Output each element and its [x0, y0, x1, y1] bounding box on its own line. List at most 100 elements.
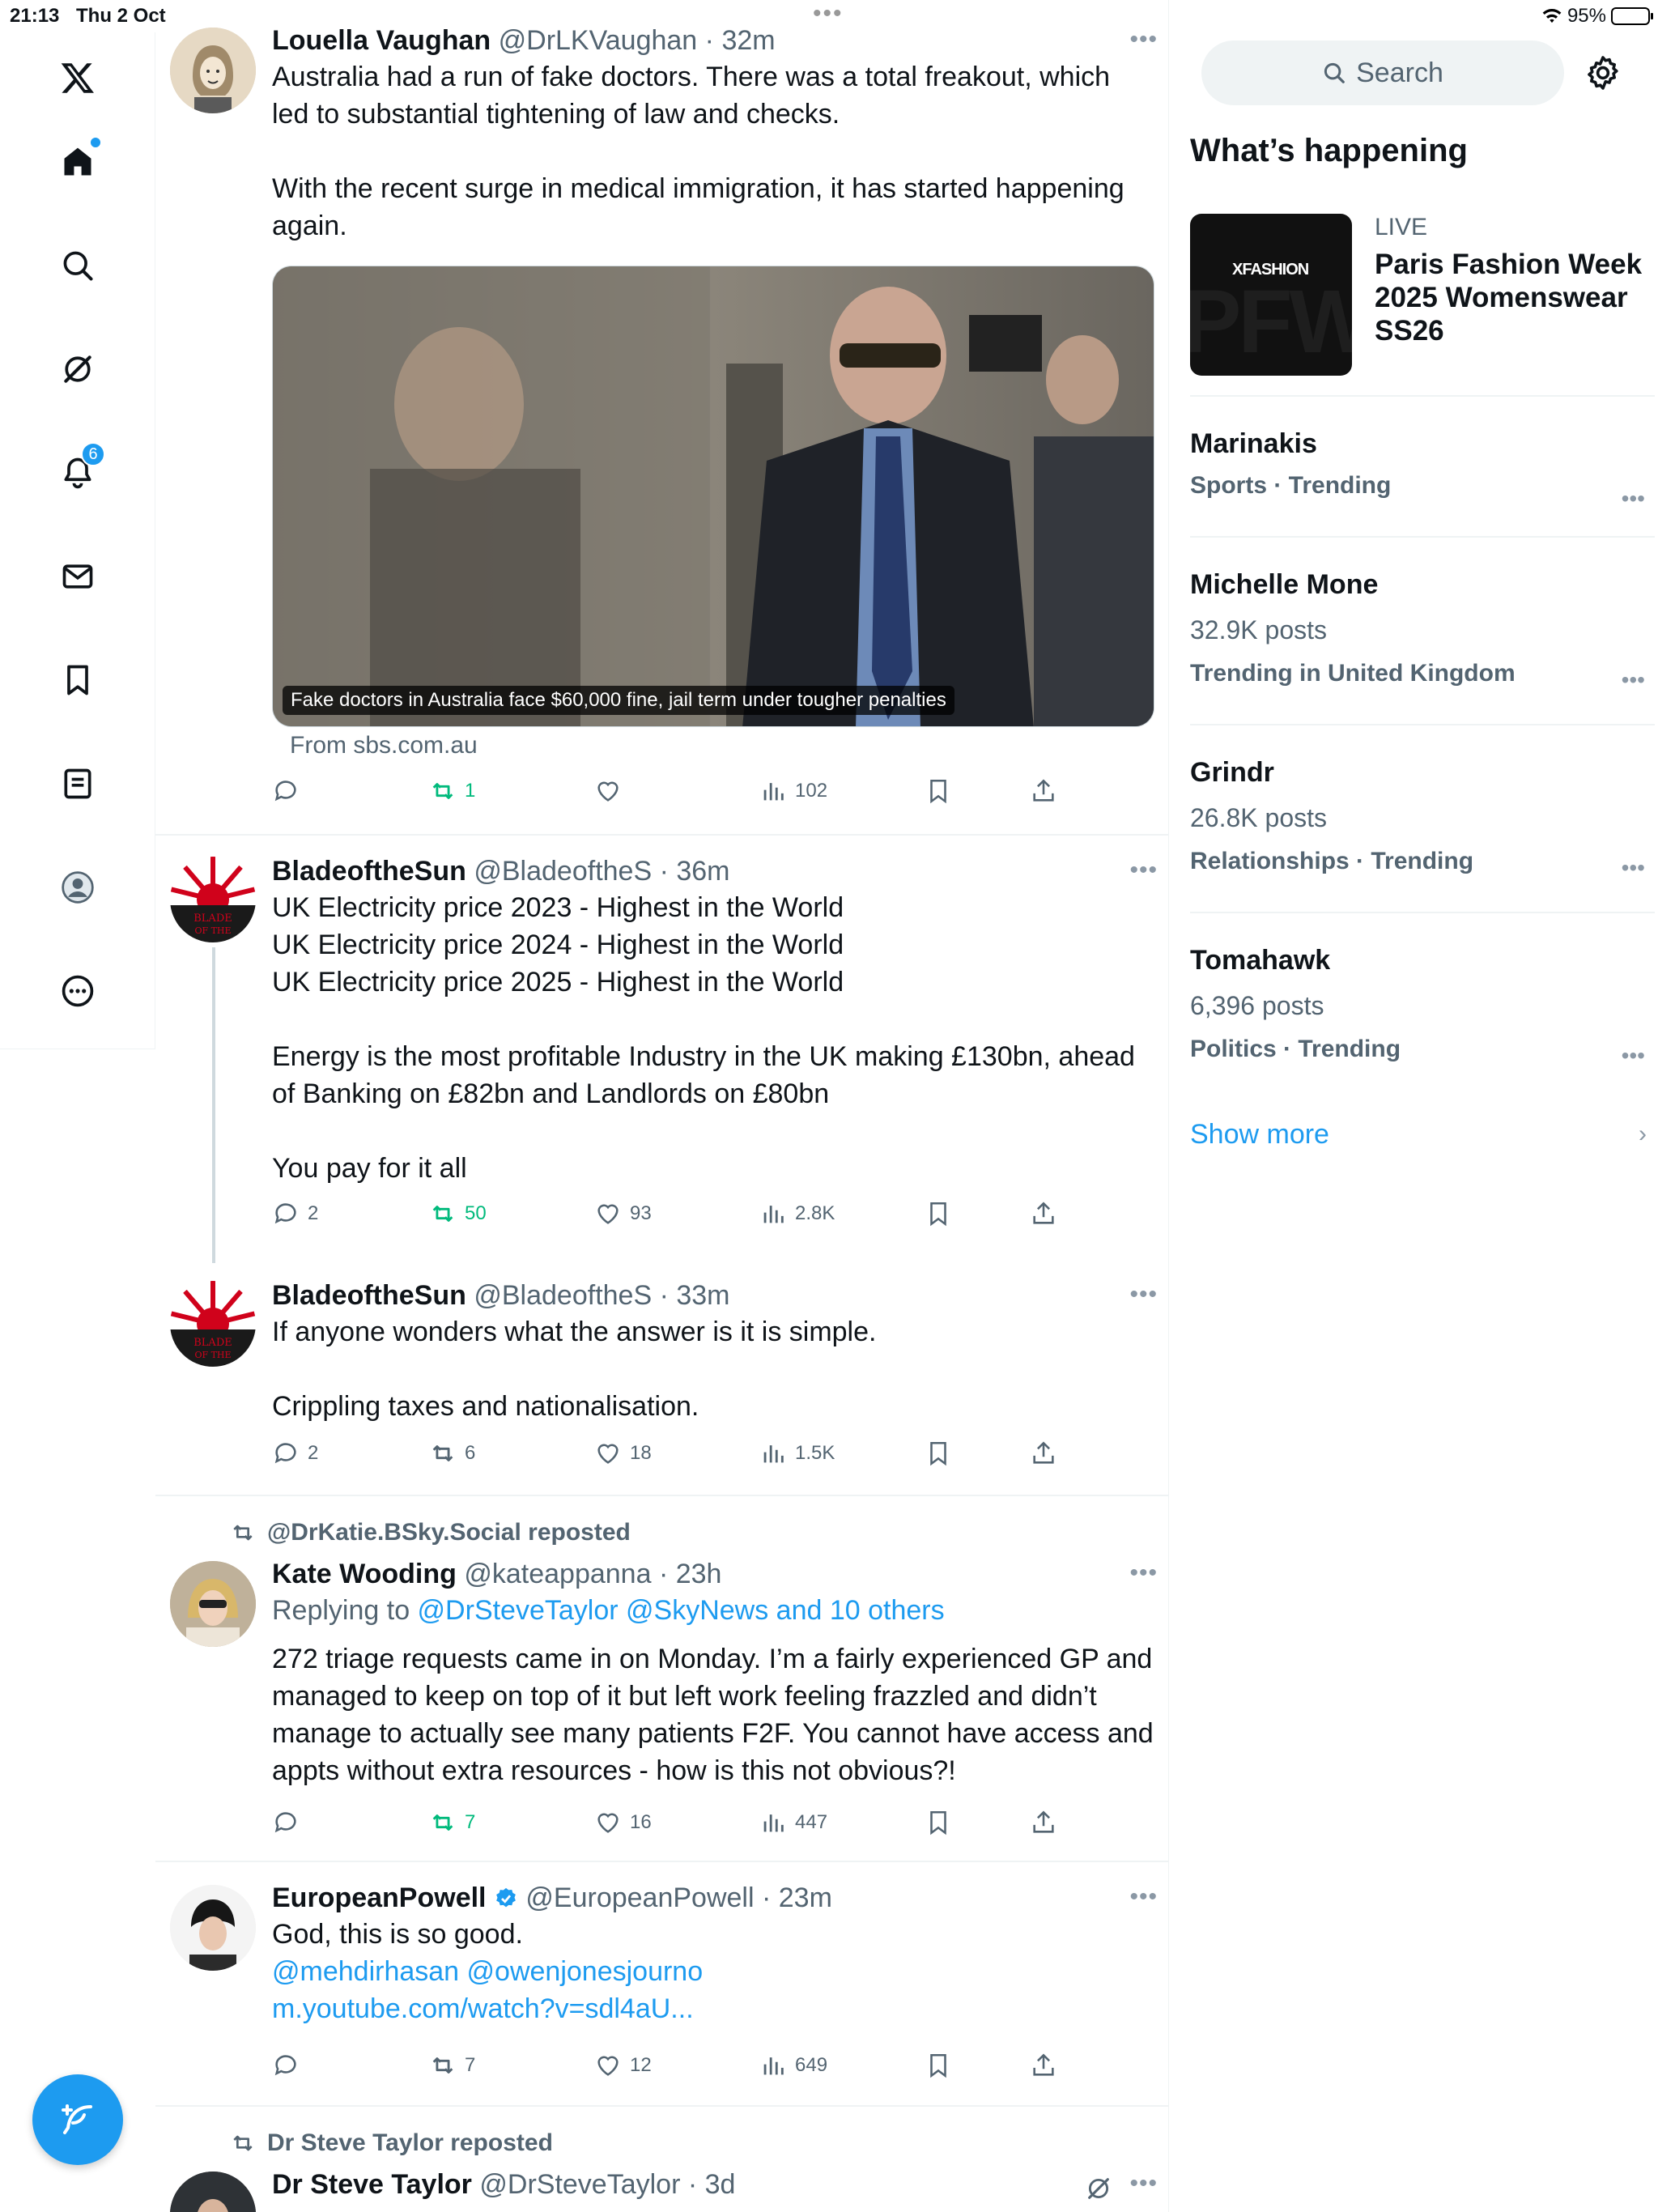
- share-button[interactable]: [1030, 1440, 1057, 1467]
- post-more-menu[interactable]: •••: [1129, 1281, 1158, 1308]
- retweet-button[interactable]: 1: [429, 777, 475, 805]
- reply-button[interactable]: [272, 2052, 308, 2079]
- settings-button[interactable]: [1584, 53, 1622, 92]
- trend-more-menu[interactable]: •••: [1622, 667, 1645, 693]
- post-time[interactable]: · 36m: [660, 856, 730, 887]
- repost-context[interactable]: Dr Steve Taylor reposted: [230, 2129, 553, 2157]
- share-button[interactable]: [1030, 1200, 1057, 1227]
- timeline-feed[interactable]: Louella Vaughan @DrLKVaughan · 32m Austr…: [155, 0, 1169, 2212]
- post-bladeofthesun-2[interactable]: BLADE OF THE BladeoftheSun @BladeoftheS ·…: [155, 1278, 1168, 1480]
- share-button[interactable]: [1030, 1809, 1057, 1836]
- trend-more-menu[interactable]: •••: [1622, 1043, 1645, 1069]
- author-name[interactable]: Louella Vaughan: [272, 25, 491, 56]
- views-button[interactable]: 2.8K: [759, 1200, 835, 1227]
- post-more-menu[interactable]: •••: [1129, 26, 1158, 53]
- post-time[interactable]: · 33m: [660, 1280, 730, 1311]
- author-name[interactable]: BladeoftheSun: [272, 856, 466, 887]
- author-handle[interactable]: @BladeoftheS: [474, 1280, 652, 1311]
- share-button[interactable]: [1030, 777, 1057, 805]
- views-button[interactable]: 447: [759, 1809, 827, 1836]
- author-name[interactable]: EuropeanPowell: [272, 1882, 487, 1913]
- live-event-card[interactable]: PFW XFASHION LIVE Paris Fashion Week 202…: [1190, 214, 1655, 384]
- post-time[interactable]: · 23h: [659, 1559, 722, 1589]
- post-mentions[interactable]: @mehdirhasan @owenjonesjourno: [272, 1953, 1154, 1990]
- author-name[interactable]: BladeoftheSun: [272, 1280, 466, 1311]
- trend-item[interactable]: Marinakis Sports · Trending •••: [1190, 426, 1655, 515]
- replying-to-users[interactable]: @DrSteveTaylor @SkyNews and 10 others: [418, 1595, 945, 1626]
- reply-button[interactable]: 2: [272, 1200, 318, 1227]
- bookmark-button[interactable]: [925, 777, 952, 805]
- nav-lists[interactable]: [52, 758, 104, 810]
- post-dr-steve-taylor[interactable]: Dr Steve Taylor @DrSteveTaylor · 3d •••: [155, 2167, 1168, 2212]
- compose-post-button[interactable]: [32, 2074, 123, 2165]
- author-handle[interactable]: @EuropeanPowell: [525, 1882, 754, 1913]
- post-more-menu[interactable]: •••: [1129, 857, 1158, 884]
- trend-more-menu[interactable]: •••: [1622, 486, 1645, 512]
- like-button[interactable]: 18: [594, 1440, 652, 1467]
- nav-grok[interactable]: [52, 343, 104, 395]
- post-time[interactable]: · 23m: [762, 1882, 832, 1913]
- post-louella-vaughan[interactable]: Louella Vaughan @DrLKVaughan · 32m Austr…: [155, 23, 1168, 832]
- reply-button[interactable]: 2: [272, 1440, 318, 1467]
- avatar-kate-wooding[interactable]: [170, 1561, 256, 1647]
- nav-search[interactable]: [52, 240, 104, 291]
- like-button[interactable]: 12: [594, 2052, 652, 2079]
- views-button[interactable]: 1.5K: [759, 1440, 835, 1467]
- trend-item[interactable]: Tomahawk 6,396 posts Politics · Trending…: [1190, 942, 1655, 1072]
- bookmark-button[interactable]: [925, 1200, 952, 1227]
- author-name[interactable]: Kate Wooding: [272, 1559, 457, 1589]
- retweet-button[interactable]: 6: [429, 1440, 475, 1467]
- nav-notifications[interactable]: 6: [52, 442, 105, 499]
- nav-home[interactable]: [52, 136, 104, 188]
- reply-button[interactable]: [272, 777, 308, 805]
- author-handle[interactable]: @kateappanna: [464, 1559, 651, 1589]
- author-handle[interactable]: @DrSteveTaylor: [479, 2169, 680, 2200]
- like-button[interactable]: 93: [594, 1200, 652, 1227]
- trend-category: Politics · Trending: [1190, 1036, 1401, 1062]
- x-logo[interactable]: [52, 52, 104, 104]
- nav-more[interactable]: [52, 965, 104, 1017]
- author-handle[interactable]: @BladeoftheS: [474, 856, 652, 887]
- post-kate-wooding[interactable]: Kate Wooding @kateappanna · 23h Replying…: [155, 1556, 1168, 1912]
- retweet-button[interactable]: 7: [429, 1809, 475, 1836]
- grok-icon[interactable]: [1085, 2175, 1112, 2202]
- avatar-bladeofthesun[interactable]: BLADE OF THE: [170, 1281, 256, 1367]
- reply-button[interactable]: [272, 1809, 308, 1836]
- share-button[interactable]: [1030, 2052, 1057, 2079]
- bookmark-button[interactable]: [925, 1809, 952, 1836]
- post-time[interactable]: · 32m: [705, 25, 776, 56]
- post-more-menu[interactable]: •••: [1129, 2170, 1158, 2197]
- retweet-button[interactable]: 50: [429, 1200, 487, 1227]
- post-url[interactable]: m.youtube.com/watch?v=sdl4aU...: [272, 1990, 1154, 2027]
- views-button[interactable]: 102: [759, 777, 827, 805]
- like-button[interactable]: 16: [594, 1809, 652, 1836]
- nav-messages[interactable]: [52, 551, 104, 602]
- author-handle[interactable]: @DrLKVaughan: [499, 25, 698, 56]
- nav-profile[interactable]: [52, 861, 104, 913]
- avatar-europeanpowell[interactable]: [170, 1885, 256, 1971]
- bookmark-button[interactable]: [925, 1440, 952, 1467]
- bookmark-icon: [930, 2053, 946, 2078]
- views-button[interactable]: 649: [759, 2052, 827, 2079]
- author-name[interactable]: Dr Steve Taylor: [272, 2169, 472, 2200]
- link-card-image[interactable]: Fake doctors in Australia face $60,000 f…: [272, 266, 1154, 727]
- post-more-menu[interactable]: •••: [1129, 1559, 1158, 1587]
- repost-context[interactable]: @DrKatie.BSky.Social reposted: [230, 1519, 631, 1546]
- search-input[interactable]: Search: [1201, 40, 1564, 105]
- avatar-dr-steve-taylor[interactable]: [170, 2172, 256, 2212]
- trend-more-menu[interactable]: •••: [1622, 855, 1645, 881]
- post-europeanpowell[interactable]: EuropeanPowell @EuropeanPowell · 23m God…: [155, 1880, 1168, 2099]
- trend-item[interactable]: Michelle Mone 32.9K posts Trending in Un…: [1190, 567, 1655, 696]
- avatar-bladeofthesun[interactable]: BLADE OF THE: [170, 857, 256, 942]
- show-more-link[interactable]: Show more: [1190, 1119, 1329, 1151]
- post-bladeofthesun-1[interactable]: BLADE OF THE BladeoftheSun @BladeoftheS ·…: [155, 853, 1168, 1258]
- card-source[interactable]: From sbs.com.au: [290, 732, 478, 759]
- avatar-louella-vaughan[interactable]: [170, 28, 256, 113]
- post-time[interactable]: · 3d: [688, 2169, 736, 2200]
- bookmark-button[interactable]: [925, 2052, 952, 2079]
- post-more-menu[interactable]: •••: [1129, 1883, 1158, 1911]
- nav-bookmarks[interactable]: [52, 654, 104, 706]
- like-button[interactable]: [594, 777, 630, 805]
- retweet-button[interactable]: 7: [429, 2052, 475, 2079]
- trend-item[interactable]: Grindr 26.8K posts Relationships · Trend…: [1190, 755, 1655, 884]
